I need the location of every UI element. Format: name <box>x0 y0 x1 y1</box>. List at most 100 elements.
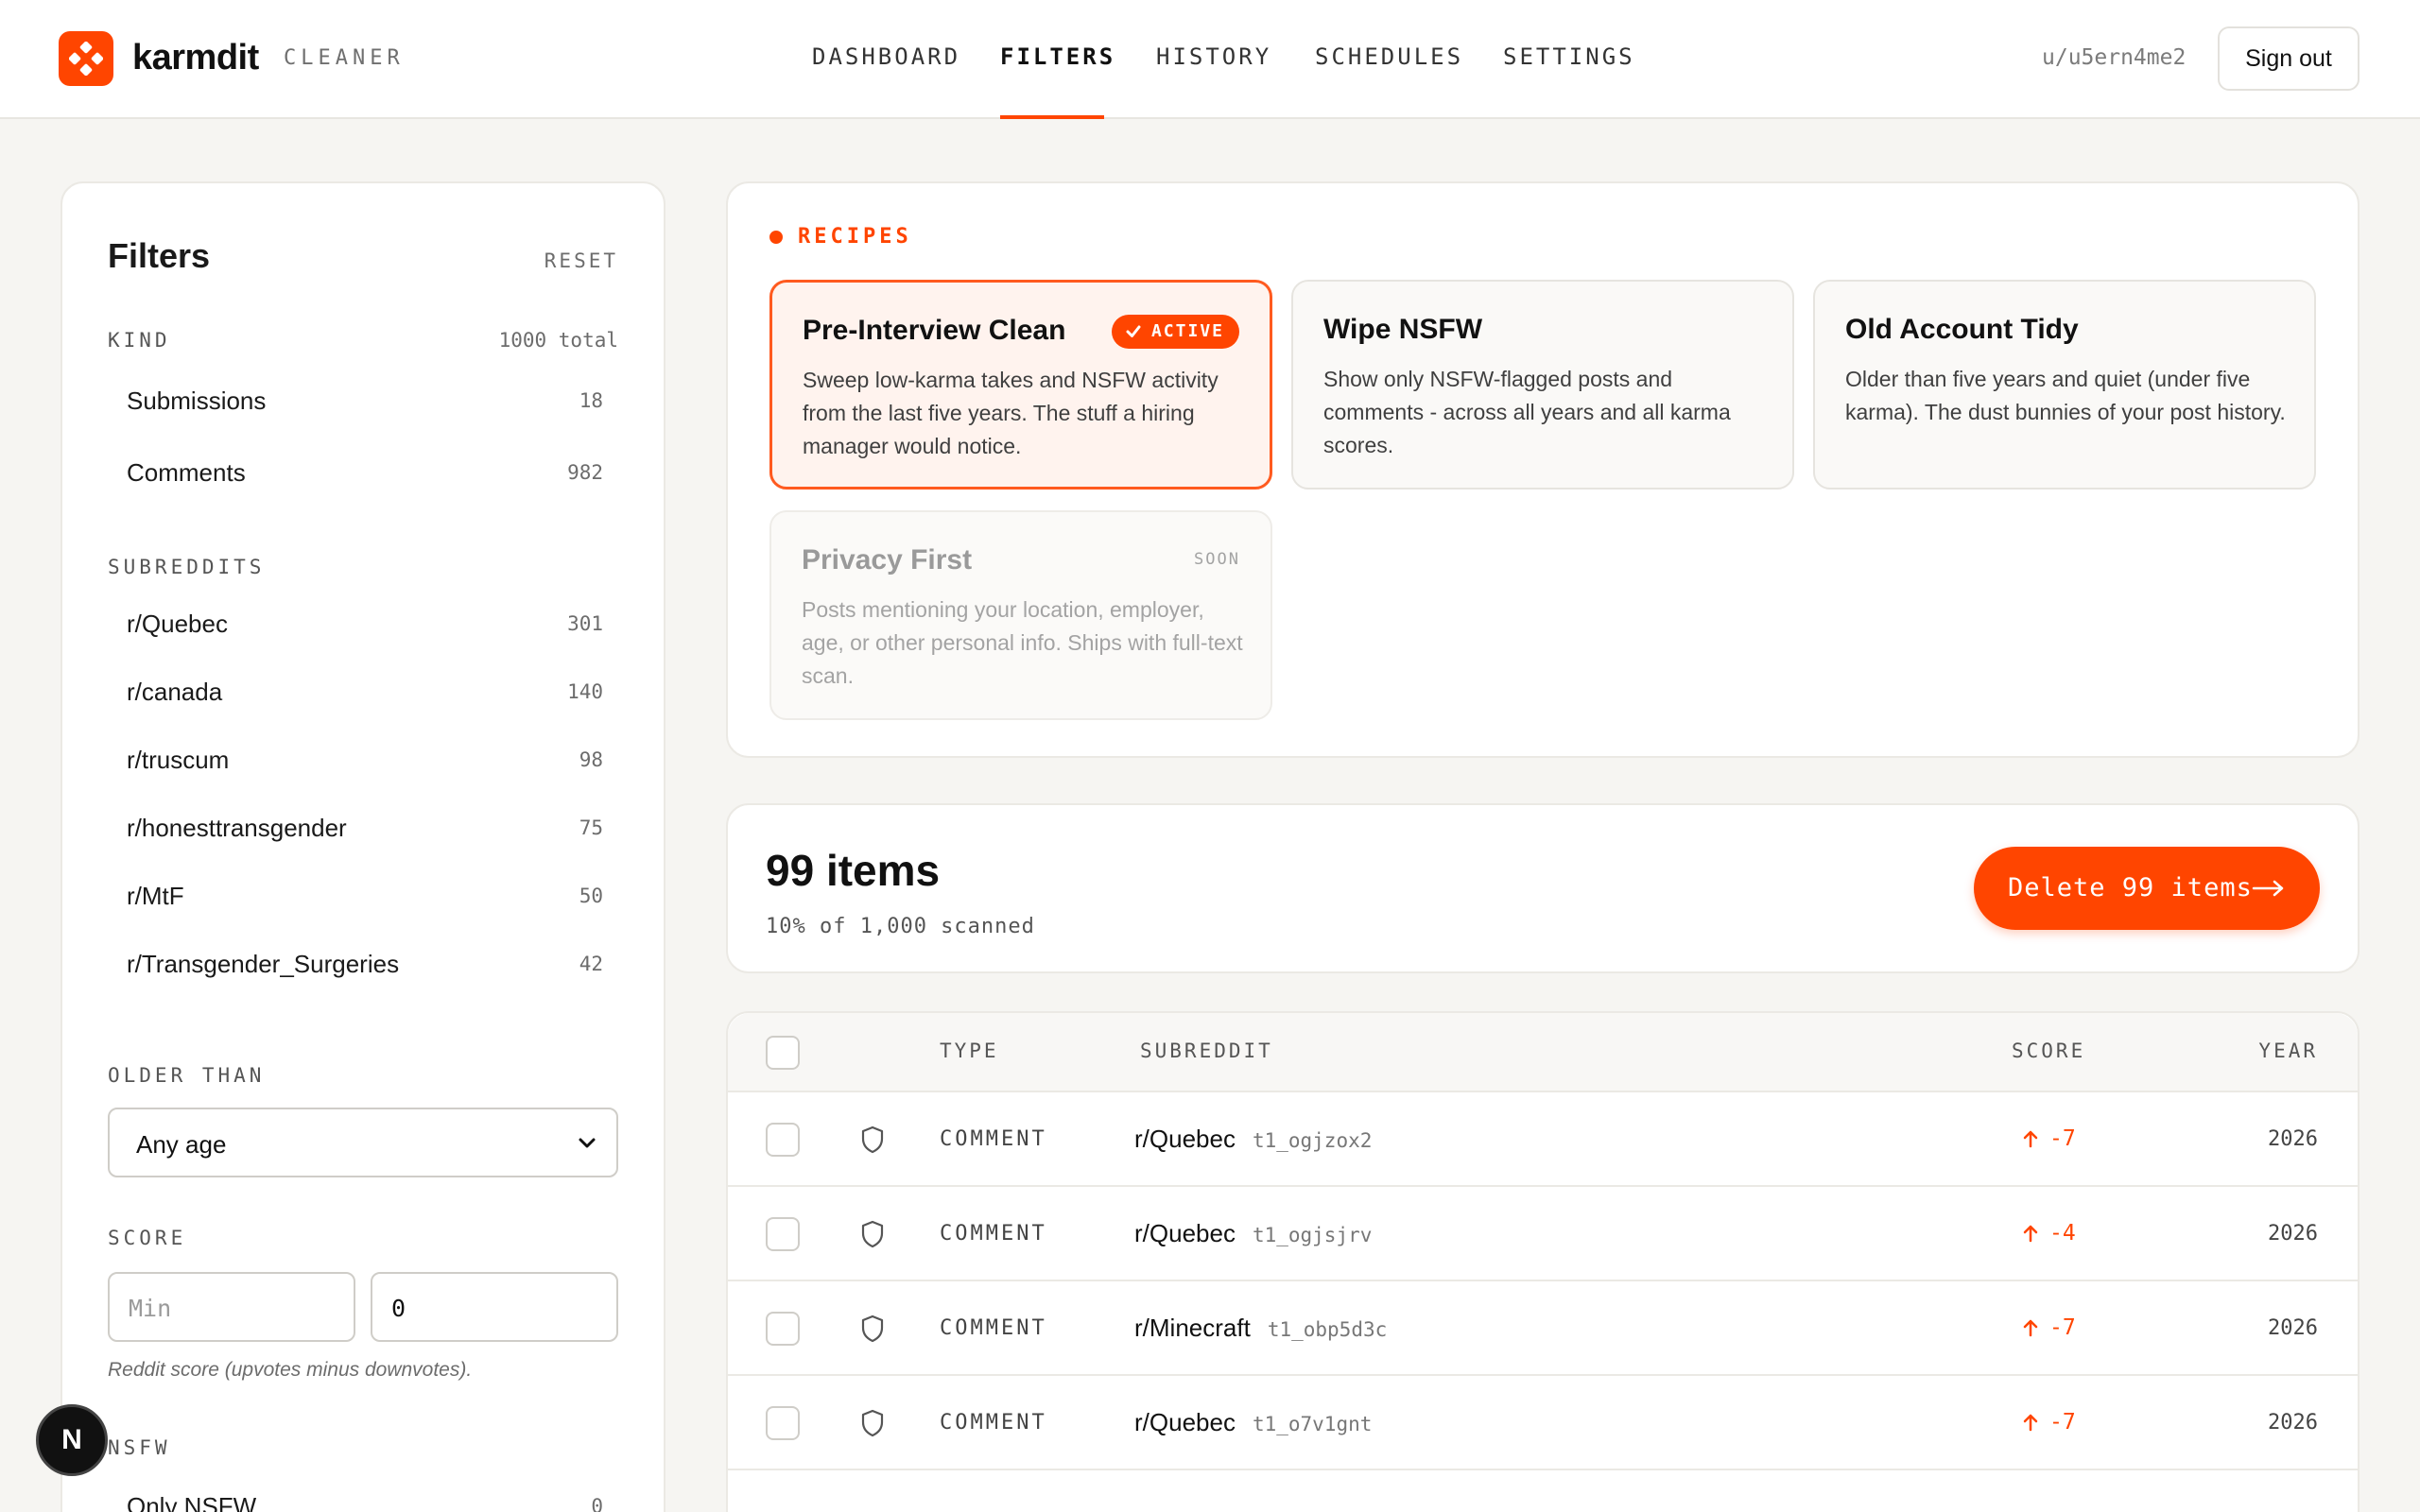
subreddit-item[interactable]: r/honesttransgender 75 <box>108 799 622 858</box>
row-checkbox[interactable] <box>766 1123 800 1157</box>
subreddit-item-label: r/MtF <box>127 882 184 910</box>
subreddit-item-count: 75 <box>579 816 603 839</box>
row-subreddit[interactable]: r/Quebec t1_o7v1gnt <box>1134 1408 1372 1437</box>
arrow-up-icon <box>2023 1319 2038 1337</box>
top-header: karmdit CLEANER DASHBOARD FILTERS HISTOR… <box>0 0 2420 119</box>
row-checkbox[interactable] <box>766 1312 800 1346</box>
row-subreddit[interactable]: r/Quebec t1_ogjsjrv <box>1134 1219 1372 1248</box>
row-subreddit[interactable]: r/Minecraft t1_obp5d3c <box>1134 1314 1387 1343</box>
chevron-down-icon <box>579 1138 596 1148</box>
subreddit-item-label: r/Quebec <box>127 610 228 638</box>
subreddit-item-count: 301 <box>567 612 603 635</box>
row-item-id: t1_o7v1gnt <box>1252 1413 1373 1435</box>
score-min-placeholder: Min <box>129 1295 172 1322</box>
recipes-dot-icon <box>769 231 783 244</box>
kind-item-count: 18 <box>579 389 603 412</box>
older-than-select[interactable]: Any age <box>108 1108 618 1177</box>
brand-name[interactable]: karmdit <box>132 38 259 78</box>
score-max-value: 0 <box>391 1295 406 1322</box>
recipe-title: Privacy First <box>802 544 973 576</box>
nav-dashboard[interactable]: DASHBOARD <box>812 43 960 70</box>
recipe-description: Sweep low-karma takes and NSFW activity … <box>803 368 1219 458</box>
subreddit-item[interactable]: r/canada 140 <box>108 663 622 722</box>
table-row[interactable]: COMMENT r/Quebec t1_ogjsjrv -4 2026 <box>728 1187 2358 1281</box>
results-table: TYPE SUBREDDIT SCORE YEAR COMMENT r/Queb… <box>726 1011 2360 1512</box>
row-score-value: -4 <box>2049 1221 2076 1246</box>
subreddits-label: SUBREDDITS <box>108 556 266 578</box>
row-subreddit-name: r/Quebec <box>1134 1408 1236 1436</box>
kind-item-submissions[interactable]: Submissions 18 <box>108 372 622 431</box>
recipe-privacy-first: Privacy First SOON Posts mentioning your… <box>769 510 1272 720</box>
row-score-value: -7 <box>2049 1126 2076 1151</box>
soon-badge: SOON <box>1194 550 1240 569</box>
row-item-id: t1_ogjzox2 <box>1252 1129 1373 1152</box>
table-row[interactable]: COMMENT r/Minecraft t1_obp5d3c -7 2026 <box>728 1281 2358 1376</box>
shield-icon <box>861 1314 884 1343</box>
brand-subtitle: CLEANER <box>284 46 405 70</box>
row-type: COMMENT <box>940 1411 1047 1435</box>
kind-label: KIND <box>108 329 171 352</box>
reset-button[interactable]: RESET <box>544 249 618 272</box>
nav-settings[interactable]: SETTINGS <box>1503 43 1635 70</box>
recipe-description: Show only NSFW-flagged posts and comment… <box>1323 367 1731 457</box>
row-year: 2026 <box>2268 1316 2318 1340</box>
recipes-card: RECIPES Pre-Interview Clean ACTIVE Sweep… <box>726 181 2360 758</box>
nav-history[interactable]: HISTORY <box>1156 43 1271 70</box>
table-header: TYPE SUBREDDIT SCORE YEAR <box>728 1013 2358 1092</box>
kind-item-comments[interactable]: Comments 982 <box>108 444 622 503</box>
col-subreddit[interactable]: SUBREDDIT <box>1140 1040 1273 1062</box>
col-score[interactable]: SCORE <box>2012 1040 2085 1062</box>
nsfw-label: NSFW <box>108 1436 171 1459</box>
arrow-right-icon <box>2252 880 2284 897</box>
score-hint: Reddit score (upvotes minus downvotes). <box>108 1359 473 1381</box>
subreddit-item[interactable]: r/MtF 50 <box>108 868 622 926</box>
subreddit-item-label: r/truscum <box>127 746 230 774</box>
col-year[interactable]: YEAR <box>2258 1040 2318 1062</box>
subreddit-item[interactable]: r/Transgender_Surgeries 42 <box>108 936 622 994</box>
filters-sidebar: Filters RESET KIND 1000 total Submission… <box>60 181 666 1512</box>
row-score-value: -7 <box>2049 1410 2076 1435</box>
row-subreddit-name: r/Minecraft <box>1134 1314 1251 1342</box>
subreddit-item[interactable]: r/Quebec 301 <box>108 595 622 654</box>
subreddit-item-count: 140 <box>567 680 603 703</box>
subreddit-item-label: r/canada <box>127 678 223 706</box>
recipe-description: Posts mentioning your location, employer… <box>802 597 1243 688</box>
nav-filters[interactable]: FILTERS <box>1000 43 1115 70</box>
delete-items-label: Delete 99 items <box>2008 873 2253 902</box>
subreddit-item-count: 42 <box>579 953 603 975</box>
nsfw-item-only[interactable]: Only NSFW 0 <box>108 1478 622 1512</box>
arrow-up-icon <box>2023 1225 2038 1243</box>
recipes-label: RECIPES <box>798 225 912 249</box>
username: u/u5ern4me2 <box>2042 45 2187 70</box>
sign-out-button[interactable]: Sign out <box>2218 26 2360 91</box>
score-max-input[interactable]: 0 <box>371 1272 618 1342</box>
col-type[interactable]: TYPE <box>940 1040 999 1062</box>
items-count-title: 99 items <box>766 846 941 895</box>
recipe-wipe-nsfw[interactable]: Wipe NSFW Show only NSFW-flagged posts a… <box>1291 280 1794 490</box>
row-type: COMMENT <box>940 1222 1047 1246</box>
table-row[interactable]: COMMENT r/Quebec t1_ogjzox2 -7 2026 <box>728 1092 2358 1187</box>
subreddit-item-label: r/honesttransgender <box>127 814 347 842</box>
row-checkbox[interactable] <box>766 1217 800 1251</box>
select-all-checkbox[interactable] <box>766 1036 800 1070</box>
row-type: COMMENT <box>940 1316 1047 1340</box>
shield-icon <box>861 1409 884 1437</box>
score-min-input[interactable]: Min <box>108 1272 355 1342</box>
arrow-up-icon <box>2023 1414 2038 1432</box>
scan-progress-text: 10% of 1,000 scanned <box>766 915 1035 938</box>
row-year: 2026 <box>2268 1127 2318 1151</box>
dev-tools-badge[interactable]: N <box>36 1404 108 1476</box>
recipe-old-account-tidy[interactable]: Old Account Tidy Older than five years a… <box>1813 280 2316 490</box>
delete-items-button[interactable]: Delete 99 items <box>1974 847 2320 930</box>
arrow-up-icon <box>2023 1130 2038 1148</box>
logo-icon[interactable] <box>59 31 113 86</box>
row-year: 2026 <box>2268 1222 2318 1246</box>
recipe-pre-interview-clean[interactable]: Pre-Interview Clean ACTIVE Sweep low-kar… <box>769 280 1272 490</box>
nav-schedules[interactable]: SCHEDULES <box>1315 43 1463 70</box>
kind-total: 1000 total <box>498 329 618 352</box>
subreddit-item[interactable]: r/truscum 98 <box>108 731 622 790</box>
recipe-title: Old Account Tidy <box>1845 314 2079 345</box>
row-subreddit[interactable]: r/Quebec t1_ogjzox2 <box>1134 1125 1372 1154</box>
row-checkbox[interactable] <box>766 1406 800 1440</box>
table-row[interactable]: COMMENT r/Quebec t1_o7v1gnt -7 2026 <box>728 1376 2358 1470</box>
